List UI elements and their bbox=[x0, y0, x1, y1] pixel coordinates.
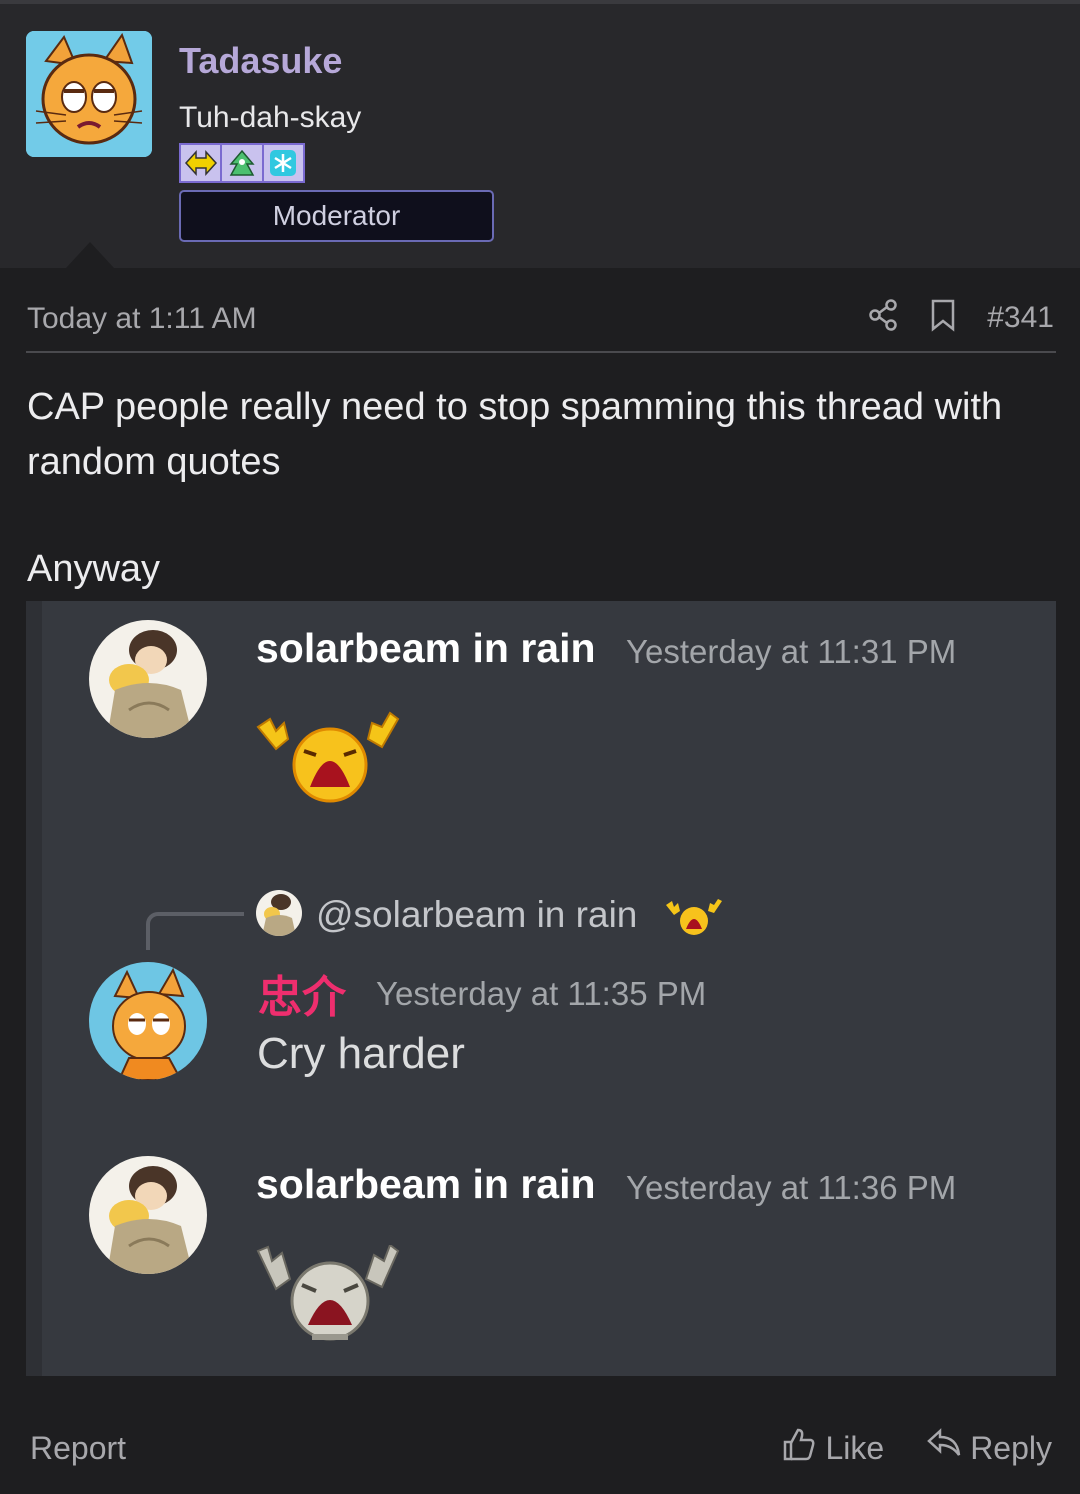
post-body: CAP people really need to stop spamming … bbox=[27, 386, 1003, 483]
message-text: Cry harder bbox=[257, 1029, 465, 1078]
post-number[interactable]: #341 bbox=[987, 301, 1054, 335]
post-meta-actions: #341 bbox=[867, 298, 1054, 337]
user-avatar[interactable] bbox=[26, 31, 152, 157]
reply-mention: @solarbeam in rain bbox=[316, 894, 638, 935]
reply-avatar bbox=[256, 890, 302, 936]
snowflake-badge-icon bbox=[263, 145, 303, 181]
crying-emoji-small-icon bbox=[664, 897, 724, 942]
username[interactable]: Tadasuke bbox=[179, 40, 342, 82]
post-body-line-2: Anyway bbox=[27, 548, 161, 590]
cat-avatar-icon bbox=[26, 31, 152, 157]
embedded-chat-screenshot: solarbeam in rain Yesterday at 11:31 PM … bbox=[26, 601, 1056, 1376]
like-label: Like bbox=[825, 1429, 885, 1466]
avatar bbox=[89, 962, 207, 1080]
report-link[interactable]: Report bbox=[30, 1430, 126, 1467]
crying-emoji-icon bbox=[254, 709, 402, 810]
share-icon[interactable] bbox=[867, 298, 899, 337]
moderator-badge: Moderator bbox=[179, 190, 494, 242]
message-time: Yesterday at 11:36 PM bbox=[626, 1169, 957, 1206]
green-creature-badge-icon bbox=[222, 145, 262, 181]
post-timestamp[interactable]: Today at 1:11 AM bbox=[27, 302, 257, 336]
avatar bbox=[89, 620, 207, 738]
meta-divider bbox=[26, 351, 1056, 353]
reply-button[interactable]: Reply bbox=[926, 1427, 1052, 1469]
user-badges bbox=[179, 143, 305, 183]
yellow-arrows-badge-icon bbox=[181, 145, 221, 181]
like-button[interactable]: Like bbox=[781, 1426, 884, 1470]
reply-connector bbox=[146, 912, 244, 950]
avatar bbox=[89, 1156, 207, 1274]
message-author: 忠介 bbox=[258, 972, 346, 1023]
message-author: solarbeam in rain bbox=[256, 625, 596, 671]
user-bar-pointer bbox=[66, 242, 114, 268]
bookmark-icon[interactable] bbox=[929, 298, 957, 337]
message-time: Yesterday at 11:35 PM bbox=[376, 975, 707, 1012]
screenshot-left-strip bbox=[26, 601, 42, 1376]
stone-crying-emoji-icon bbox=[254, 1243, 402, 1354]
thumbs-up-icon bbox=[781, 1426, 817, 1470]
message-time: Yesterday at 11:31 PM bbox=[626, 633, 957, 670]
reply-icon bbox=[926, 1427, 962, 1469]
message-author: solarbeam in rain bbox=[256, 1161, 596, 1207]
user-title: Tuh-dah-skay bbox=[179, 101, 362, 134]
reply-label: Reply bbox=[970, 1429, 1052, 1466]
post-footer-actions: Like Reply bbox=[781, 1426, 1052, 1470]
user-info-bar: Tadasuke Tuh-dah-skay Moderator bbox=[0, 4, 1080, 268]
